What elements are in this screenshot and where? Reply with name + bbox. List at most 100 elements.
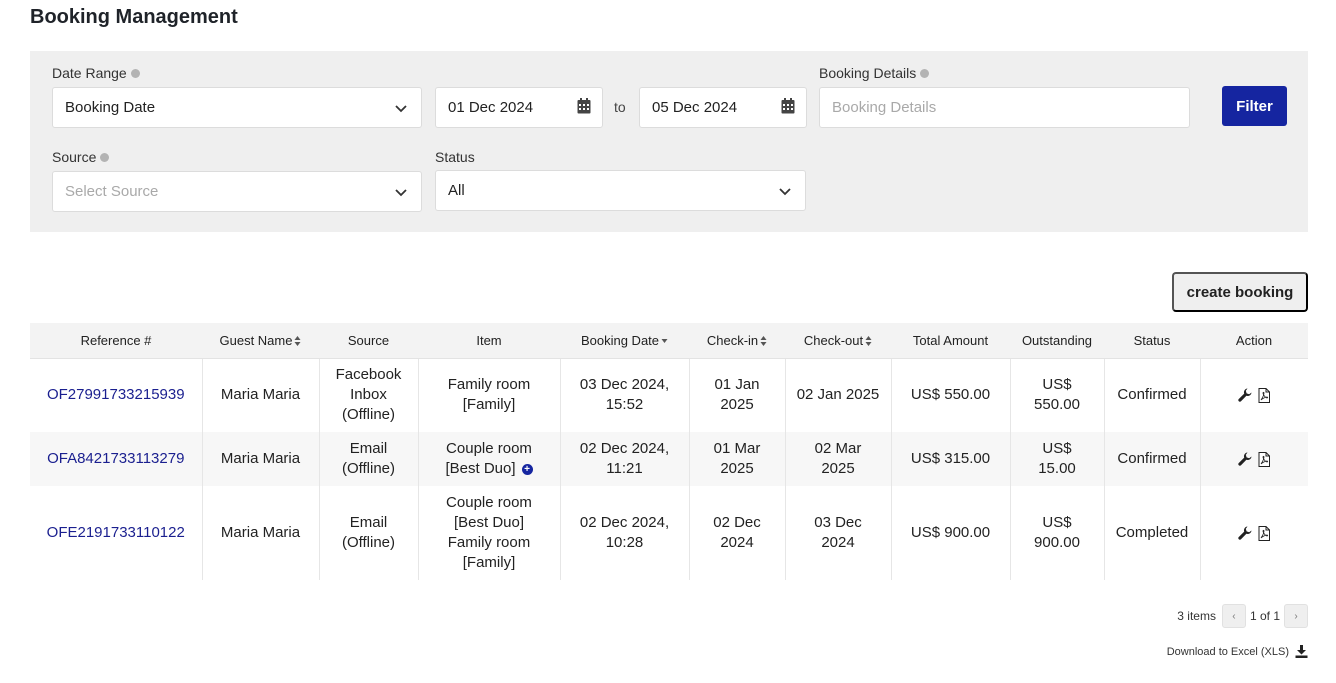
pdf-icon[interactable] bbox=[1258, 451, 1271, 467]
date-range-value: Booking Date bbox=[65, 99, 156, 116]
action-cell bbox=[1200, 432, 1308, 486]
wrench-icon[interactable] bbox=[1238, 388, 1252, 402]
date-to-input[interactable]: 05 Dec 2024 bbox=[639, 87, 807, 128]
info-icon bbox=[920, 68, 930, 78]
sort-icon bbox=[760, 336, 767, 347]
col-check-out[interactable]: Check-out bbox=[785, 323, 891, 359]
reference-link[interactable]: OFA8421733113279 bbox=[47, 450, 184, 467]
info-icon bbox=[100, 152, 110, 162]
expand-plus-icon[interactable]: + bbox=[521, 463, 533, 475]
source-placeholder: Select Source bbox=[65, 183, 159, 200]
action-cell bbox=[1200, 486, 1308, 580]
sort-icon bbox=[294, 336, 301, 347]
booking-details-label: Booking Details bbox=[819, 65, 930, 81]
table-row: OF27991733215939 Maria Maria Facebook Inb… bbox=[30, 358, 1308, 432]
guest-cell: Maria Maria bbox=[202, 486, 320, 580]
outstanding-cell: US$ 15.00 bbox=[1010, 432, 1105, 486]
action-cell bbox=[1200, 358, 1308, 432]
date-range-label-text: Date Range bbox=[52, 65, 127, 81]
download-excel-link[interactable]: Download to Excel (XLS) bbox=[1167, 645, 1308, 658]
item-cell: Family room [Family] bbox=[418, 358, 561, 432]
pagination: 3 items ‹ 1 of 1 › bbox=[1177, 604, 1308, 628]
sort-icon bbox=[865, 336, 872, 347]
status-select[interactable]: All bbox=[435, 170, 806, 211]
col-action: Action bbox=[1200, 323, 1308, 359]
table-header-row: Reference # Guest Name Source Item Booki… bbox=[30, 323, 1308, 359]
col-outstanding: Outstanding bbox=[1010, 323, 1104, 359]
wrench-icon[interactable] bbox=[1238, 452, 1252, 466]
guest-cell: Maria Maria bbox=[202, 358, 320, 432]
reference-link[interactable]: OFE2191733110122 bbox=[47, 524, 185, 541]
wrench-icon[interactable] bbox=[1238, 526, 1252, 540]
check-out-cell: 02 Mar 2025 bbox=[785, 432, 892, 486]
col-item: Item bbox=[418, 323, 560, 359]
bookings-table: Reference # Guest Name Source Item Booki… bbox=[30, 323, 1308, 580]
create-booking-button[interactable]: create booking bbox=[1172, 272, 1308, 312]
outstanding-cell: US$ 900.00 bbox=[1010, 486, 1105, 580]
status-value: All bbox=[448, 182, 465, 199]
table-row: OFA8421733113279 Maria Maria Email (Offli… bbox=[30, 432, 1308, 486]
col-check-in[interactable]: Check-in bbox=[689, 323, 785, 359]
filter-button[interactable]: Filter bbox=[1222, 86, 1287, 126]
col-status: Status bbox=[1104, 323, 1200, 359]
source-cell: Email (Offline) bbox=[319, 486, 419, 580]
booking-date-cell: 02 Dec 2024, 10:28 bbox=[560, 486, 690, 580]
booking-date-cell: 03 Dec 2024, 15:52 bbox=[560, 358, 690, 432]
total-amount-cell: US$ 315.00 bbox=[891, 432, 1011, 486]
calendar-icon bbox=[781, 98, 795, 114]
status-cell: Completed bbox=[1104, 486, 1201, 580]
check-out-cell: 02 Jan 2025 bbox=[785, 358, 892, 432]
table-row: OFE2191733110122 Maria Maria Email (Offli… bbox=[30, 486, 1308, 580]
booking-details-label-text: Booking Details bbox=[819, 65, 917, 81]
sort-desc-icon bbox=[661, 339, 668, 344]
col-guest-name[interactable]: Guest Name bbox=[202, 323, 319, 359]
source-cell: Email (Offline) bbox=[319, 432, 419, 486]
to-label: to bbox=[614, 99, 626, 115]
guest-cell: Maria Maria bbox=[202, 432, 320, 486]
booking-details-input[interactable]: Booking Details bbox=[819, 87, 1190, 128]
date-from-input[interactable]: 01 Dec 2024 bbox=[435, 87, 603, 128]
date-range-select[interactable]: Booking Date bbox=[52, 87, 422, 128]
outstanding-cell: US$ 550.00 bbox=[1010, 358, 1105, 432]
status-label-text: Status bbox=[435, 149, 475, 165]
reference-cell: OF27991733215939 bbox=[30, 358, 203, 432]
booking-details-placeholder: Booking Details bbox=[832, 99, 937, 116]
download-label: Download to Excel (XLS) bbox=[1166, 645, 1289, 658]
check-in-cell: 01 Mar 2025 bbox=[689, 432, 786, 486]
item-count: 3 items bbox=[1177, 609, 1216, 623]
date-to-value: 05 Dec 2024 bbox=[652, 99, 738, 116]
total-amount-cell: US$ 550.00 bbox=[891, 358, 1011, 432]
col-source: Source bbox=[319, 323, 418, 359]
col-booking-date[interactable]: Booking Date bbox=[560, 323, 689, 359]
prev-page-button[interactable]: ‹ bbox=[1221, 604, 1246, 628]
booking-date-cell: 02 Dec 2024, 11:21 bbox=[560, 432, 690, 486]
download-icon bbox=[1295, 645, 1308, 658]
chevron-down-icon bbox=[779, 188, 791, 196]
status-label: Status bbox=[435, 149, 475, 165]
pdf-icon[interactable] bbox=[1258, 387, 1271, 403]
reference-link[interactable]: OF27991733215939 bbox=[47, 386, 185, 403]
status-cell: Confirmed bbox=[1104, 358, 1201, 432]
calendar-icon bbox=[577, 98, 591, 114]
chevron-down-icon bbox=[395, 189, 407, 197]
date-range-label: Date Range bbox=[52, 65, 140, 81]
check-out-cell: 03 Dec 2024 bbox=[785, 486, 892, 580]
reference-cell: OFA8421733113279 bbox=[30, 432, 203, 486]
page-title: Booking Management bbox=[30, 6, 238, 28]
item-cell: Couple room [Best Duo] Family room [Family] bbox=[418, 486, 561, 580]
source-cell: Facebook Inbox (Offline) bbox=[319, 358, 419, 432]
date-from-value: 01 Dec 2024 bbox=[448, 99, 534, 116]
info-icon bbox=[130, 68, 140, 78]
check-in-cell: 01 Jan 2025 bbox=[689, 358, 786, 432]
chevron-down-icon bbox=[395, 105, 407, 113]
page-indicator: 1 of 1 bbox=[1249, 609, 1280, 623]
item-cell: Couple room [Best Duo] + bbox=[418, 432, 561, 486]
total-amount-cell: US$ 900.00 bbox=[891, 486, 1011, 580]
col-total-amount: Total Amount bbox=[891, 323, 1010, 359]
source-label-text: Source bbox=[52, 149, 97, 165]
next-page-button[interactable]: › bbox=[1284, 604, 1308, 628]
source-select[interactable]: Select Source bbox=[52, 171, 422, 212]
col-reference: Reference # bbox=[30, 323, 202, 359]
pdf-icon[interactable] bbox=[1258, 525, 1271, 541]
reference-cell: OFE2191733110122 bbox=[30, 486, 203, 580]
